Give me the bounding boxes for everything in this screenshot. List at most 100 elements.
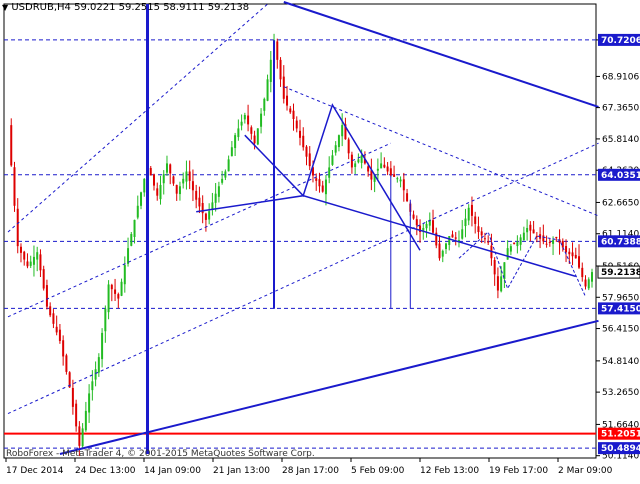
candle-body [574,254,577,259]
candle-body [39,254,42,271]
resistance-trendline [283,1,599,108]
candle-body [318,179,321,187]
candle-body [133,219,136,237]
candle-body [464,218,467,227]
copyright-text: RoboForex - MetaTrader 4, © 2001-2015 Me… [6,449,315,459]
candle-body [140,192,143,206]
candle-body [208,211,211,220]
candle-body [266,79,269,101]
chart-area: 70.720668.910667.365065.814064.263062.66… [0,0,640,480]
x-tick-label: 19 Feb 17:00 [489,466,548,476]
x-tick-label: 17 Dec 2014 [6,466,64,476]
candle-body [302,135,305,148]
candle-body [36,252,39,260]
x-tick-label: 5 Feb 09:00 [351,466,405,476]
candle-body [153,174,155,186]
y-tick-label: 53.2650 [602,388,639,398]
candle-body [445,243,447,250]
candle-body [29,261,32,266]
y-tick-label: 68.9106 [602,72,639,82]
candle-body [321,185,324,192]
candle-body [240,121,243,126]
candle-body [169,164,172,174]
candle-body [425,223,428,229]
candle-body [324,179,327,195]
chart-header: ▼ USDRUB,H4 59.0221 59.2515 58.9111 59.2… [2,2,249,13]
candle-body [250,127,253,134]
candle-body [62,340,65,357]
candle-body [71,387,74,407]
header-open: 59.0221 [74,2,116,13]
candle-body [483,238,486,240]
candle-body [101,332,104,360]
candle-body [561,240,564,248]
candle-body [286,95,289,106]
candle-body [78,426,81,446]
candle-body [130,234,133,246]
candle-body [182,178,185,184]
candle-body [104,308,107,332]
candle-body [315,178,318,181]
candle-body [542,235,545,242]
candle-body [65,355,68,372]
candle-body [587,279,590,289]
candle-body [506,248,509,260]
price-label-text: 59.2138 [601,268,640,278]
channel-line [7,142,599,415]
candle-body [331,155,334,165]
candle-body [535,235,538,237]
candle-body [117,294,120,299]
y-tick-label: 62.6650 [602,198,639,208]
candle-body [552,240,555,244]
x-tick-label: 2 Mar 09:00 [558,466,613,476]
candle-body [52,313,55,324]
header-high: 59.2515 [118,2,160,13]
price-chart: 70.720668.910667.365065.814064.263062.66… [3,1,640,476]
candle-body [260,113,263,127]
candle-body [143,178,146,193]
candle-body [165,163,168,173]
candle-body [337,135,340,148]
candle-body [49,306,52,316]
candle-body [529,224,532,231]
candle-body [237,128,240,138]
trend-lines [7,1,599,455]
candle-body [448,236,451,245]
candle-body [441,250,444,257]
candle-body [110,284,113,290]
wave-pattern-line [196,194,577,278]
candle-body [295,120,298,129]
candle-body [360,155,363,163]
candle-body [412,214,415,219]
candle-body [58,329,61,341]
channel-line [7,142,392,318]
candle-body [493,260,496,275]
candle-body [75,403,78,427]
candle-body [97,357,100,373]
candle-body [376,168,379,171]
price-axis: 70.720668.910667.365065.814064.263062.66… [596,36,639,462]
candle-body [548,242,551,244]
price-label-text: 51.2051 [601,430,640,440]
candle-body [454,237,457,239]
y-tick-label: 56.4150 [602,325,639,335]
candle-body [328,167,331,178]
price-label-text: 50.4894 [601,444,640,454]
header-triangle-icon: ▼ [2,3,9,12]
candle-body [467,207,470,221]
candle-body [156,188,159,196]
candle-body [84,410,87,431]
header-low: 58.9111 [163,2,205,13]
candle-body [191,181,194,191]
candle-body [88,393,91,413]
candle-body [357,159,360,163]
candle-body [305,146,308,157]
candle-body [227,159,230,172]
candle-body [195,190,198,200]
x-tick-label: 21 Jan 13:00 [213,466,270,476]
candle-body [120,281,123,296]
candle-body [253,135,256,144]
channel-line [283,86,599,217]
candle-body [470,204,473,216]
candle-body [591,272,593,282]
